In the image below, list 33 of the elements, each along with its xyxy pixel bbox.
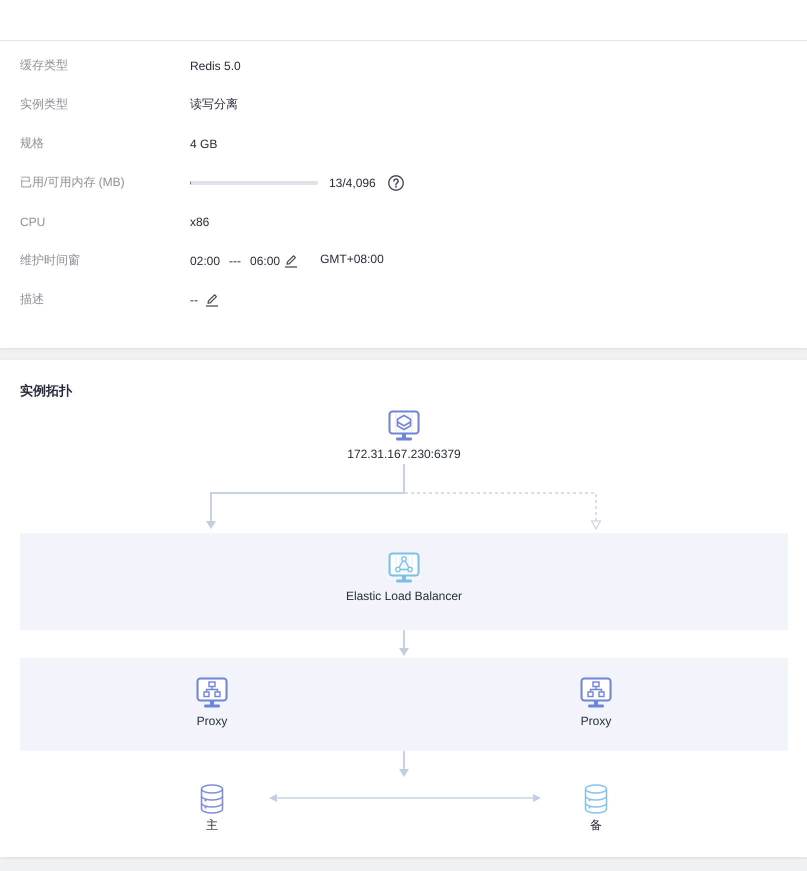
edit-icon[interactable] [284,254,298,268]
field-label: 维护时间窗 [20,252,81,269]
connector-arrow [399,630,409,656]
proxy-label: Proxy [196,714,228,729]
monitor-hierarchy-icon [580,677,612,709]
monitor-cube-icon [388,410,420,442]
section-title: 实例拓扑 [20,382,72,399]
field-label: 缓存类型 [20,57,69,74]
help-icon[interactable] [388,174,404,190]
load-balancer-label: Elastic Load Balancer [346,589,462,604]
field-value: -- [190,292,198,306]
end-time: 06:00 [250,254,280,268]
field-label: 实例类型 [20,96,69,113]
start-time: 02:00 [190,254,220,268]
client-address: 172.31.167.230:6379 [347,447,461,462]
memory-usage-reading: 13/4,096 [329,176,376,190]
field-value: 读写分离 [190,96,238,113]
monitor-network-icon [388,552,420,584]
field-label: 规格 [20,135,45,152]
monitor-hierarchy-icon [196,677,228,709]
time-separator: --- [229,254,242,268]
field-value: Redis 5.0 [190,58,241,72]
field-value: 4 GB [190,136,218,150]
field-label: CPU [20,214,46,228]
timezone: GMT+08:00 [320,252,384,266]
node-role-label: 主 [206,818,218,833]
field-label: 描述 [20,291,45,308]
node-role-label: 备 [590,818,602,833]
proxy-label: Proxy [580,714,612,729]
field-label: 已用/可用内存 (MB) [20,174,126,191]
connector-arrow [399,751,409,777]
edit-icon[interactable] [205,292,219,306]
field-value: x86 [190,214,210,228]
